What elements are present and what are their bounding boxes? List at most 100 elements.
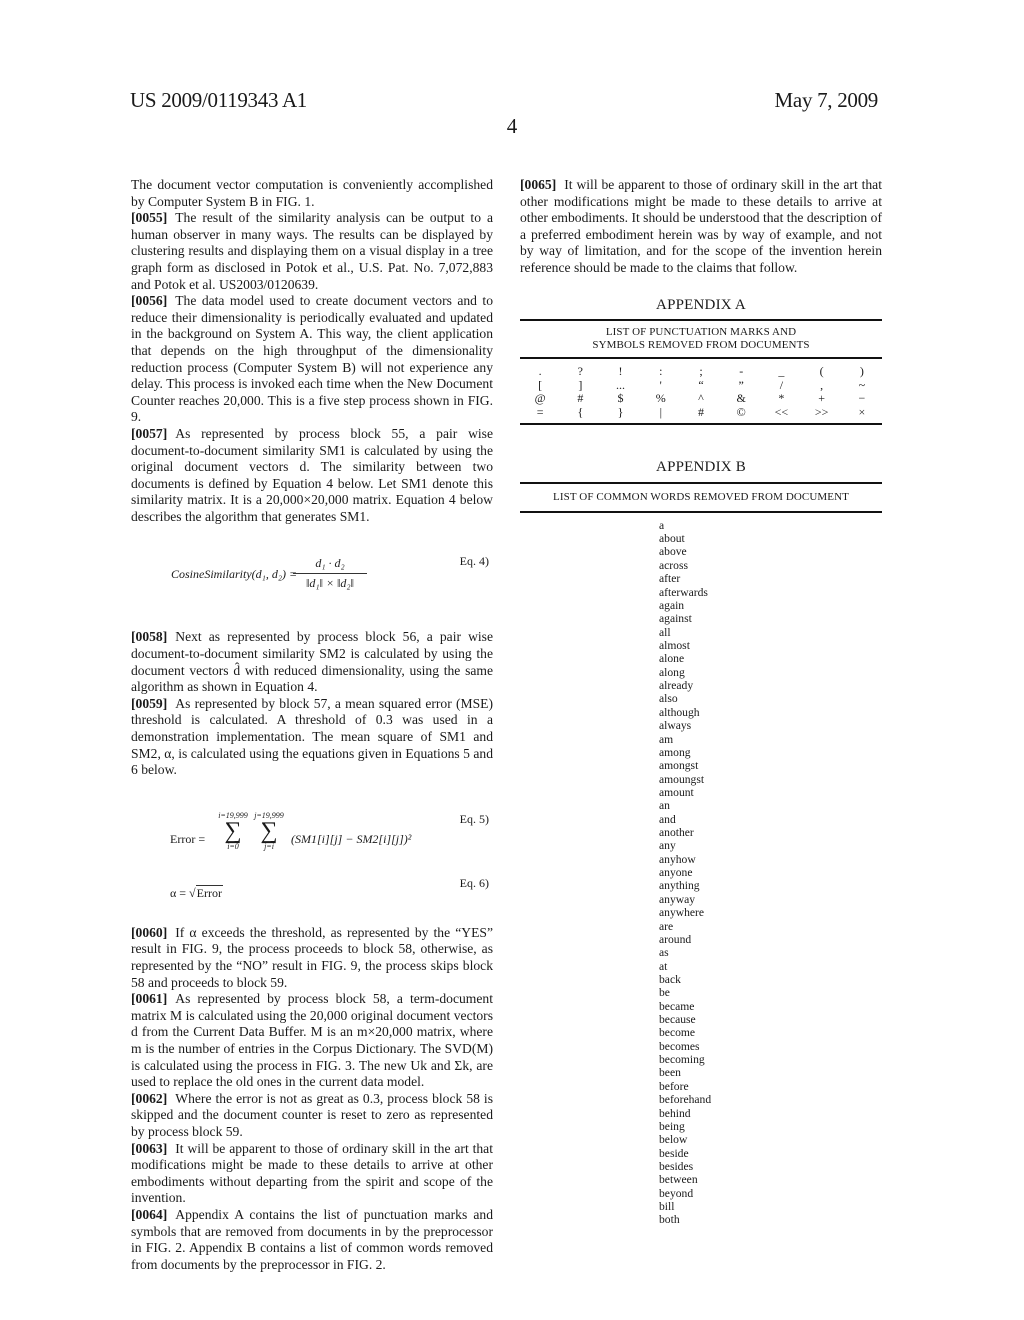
equation-lhs: α = √Error — [170, 884, 223, 902]
symbol-cell: ~ — [858, 377, 866, 392]
equation-body: (SM1[i][j] − SM2[i][j])² — [291, 831, 412, 846]
list-item: also — [659, 692, 678, 706]
paragraph-0065: [0065] It will be apparent to those of or… — [520, 177, 882, 277]
list-item: beyond — [659, 1186, 694, 1200]
right-column: [0065] It will be apparent to those of or… — [520, 177, 882, 1227]
list-item: bill — [659, 1200, 675, 1214]
paragraph-text: Appendix A contains the list of punctuat… — [131, 1206, 493, 1272]
divider — [520, 481, 882, 484]
list-item: both — [659, 1213, 680, 1227]
paragraph-0058: [0058] Next as represented by process blo… — [131, 629, 493, 695]
list-item: across — [659, 558, 688, 572]
list-item: and — [659, 812, 676, 826]
symbol-cell: ? — [577, 364, 583, 379]
equation-lhs: CosineSimilarity(d₁, d₂) = — [171, 567, 298, 582]
list-item: against — [659, 612, 692, 626]
divider — [520, 319, 882, 322]
list-item: anywhere — [659, 906, 705, 920]
list-item: alone — [659, 652, 685, 666]
list-item: already — [659, 679, 694, 693]
list-item: among — [659, 745, 691, 759]
list-item: a — [659, 518, 665, 532]
symbol-row: []... ' “ ” /, ~ — [520, 377, 882, 393]
equation-label: Eq. 4) — [459, 554, 489, 569]
symbol-cell: , — [820, 377, 824, 392]
paragraph-number: [0056] — [131, 293, 168, 309]
paragraph-number: [0057] — [131, 425, 168, 441]
list-item: anyway — [659, 892, 696, 906]
symbol-cell: ' — [659, 377, 662, 392]
paragraph-number: [0055] — [131, 210, 168, 226]
paragraph-text: The result of the similarity analysis ca… — [131, 210, 493, 292]
list-item: becomes — [659, 1039, 700, 1053]
page-number: 4 — [506, 114, 518, 138]
subtitle-line: LIST OF PUNCTUATION MARKS AND — [605, 326, 797, 339]
intro-paragraph: The document vector computation is conve… — [131, 177, 493, 209]
symbol-cell: ; — [699, 364, 703, 379]
appendix-b-title: APPENDIX B — [656, 459, 746, 476]
list-item: at — [659, 959, 668, 973]
paragraph-0063: [0063] It will be apparent to those of or… — [131, 1141, 493, 1207]
publication-date: May 7, 2009 — [774, 88, 879, 112]
list-item: afterwards — [659, 585, 708, 599]
symbol-cell: “ — [698, 377, 704, 392]
list-item: below — [659, 1133, 688, 1147]
list-item: before — [659, 1079, 689, 1093]
divider — [520, 357, 882, 360]
sum-lower-limit: j=i — [264, 841, 274, 851]
paragraph-text: As represented by block 57, a mean squar… — [131, 695, 493, 778]
paragraph-text: It will be apparent to those of ordinary… — [520, 177, 882, 275]
paragraph-0057: [0057] As represented by process block 55… — [131, 426, 493, 526]
list-item: am — [659, 732, 674, 746]
paragraph-0055: [0055] The result of the similarity analy… — [131, 210, 493, 293]
paragraph-number: [0065] — [520, 177, 557, 192]
sigma-symbol: ∑ — [224, 817, 242, 844]
symbol-cell: @ — [534, 391, 546, 406]
list-item: be — [659, 986, 670, 1000]
symbol-cell: × — [858, 404, 866, 419]
list-item: anyhow — [659, 852, 696, 866]
list-item: become — [659, 1026, 696, 1040]
symbol-cell: − — [858, 391, 866, 406]
paragraph-number: [0064] — [131, 1206, 168, 1222]
symbol-cell: << — [774, 404, 789, 419]
appendix-b: APPENDIX B LIST OF COMMON WORDS REMOVED … — [520, 459, 882, 1227]
list-item: besides — [659, 1160, 694, 1173]
symbol-cell: % — [655, 391, 666, 406]
common-words-list: a about above across after afterwards again aga… — [520, 519, 882, 1227]
equation-4: CosineSimilarity(d₁, d₂) = d₁ · d₂ ‖d₁‖ … — [131, 553, 493, 605]
equation-5: Error = i=19,999 ∑ i=0 j=19,999 ∑ j=i (S… — [131, 811, 493, 867]
fraction-numerator: d₁ · d₂ — [293, 555, 367, 575]
appendix-a-subtitle: LIST OF PUNCTUATION MARKS AND SYMBOLS RE… — [520, 326, 882, 352]
list-item: because — [659, 1013, 696, 1027]
paragraph-number: [0061] — [131, 991, 168, 1007]
symbol-cell: } — [617, 404, 624, 419]
list-item: been — [659, 1066, 681, 1080]
divider — [520, 510, 882, 513]
symbol-row: = {} | # © << >> × — [520, 404, 882, 420]
symbol-cell: _ — [778, 364, 785, 379]
divider — [520, 423, 882, 426]
paragraph-text: The data model used to create document v… — [131, 293, 493, 425]
list-item: amongst — [659, 759, 699, 773]
equation-lhs: Error = — [170, 831, 206, 846]
appendix-a-title: APPENDIX A — [656, 296, 746, 313]
list-item: behind — [659, 1106, 691, 1120]
symbol-cell: $ — [617, 391, 624, 406]
symbol-cell: # — [697, 404, 704, 419]
appendix-a: APPENDIX A LIST OF PUNCTUATION MARKS AND… — [520, 297, 882, 426]
paragraph-number: [0062] — [131, 1090, 168, 1106]
summation-i: i=19,999 ∑ i=0 — [213, 811, 253, 851]
list-item: as — [659, 946, 669, 960]
list-item: again — [659, 598, 685, 612]
paragraph-0061: [0061] As represented by process block 58… — [131, 991, 493, 1091]
list-item: amoungst — [659, 772, 705, 786]
list-item: almost — [659, 638, 690, 652]
symbol-cell: ( — [819, 364, 824, 379]
paragraph-0056: [0056] The data model used to create docu… — [131, 293, 493, 426]
paragraph-0059: [0059] As represented by block 57, a mean… — [131, 696, 493, 779]
list-item: after — [659, 572, 681, 586]
symbol-cell: ^ — [698, 391, 704, 406]
list-item: although — [659, 705, 700, 719]
patent-number: US 2009/0119343 A1 — [130, 88, 308, 112]
